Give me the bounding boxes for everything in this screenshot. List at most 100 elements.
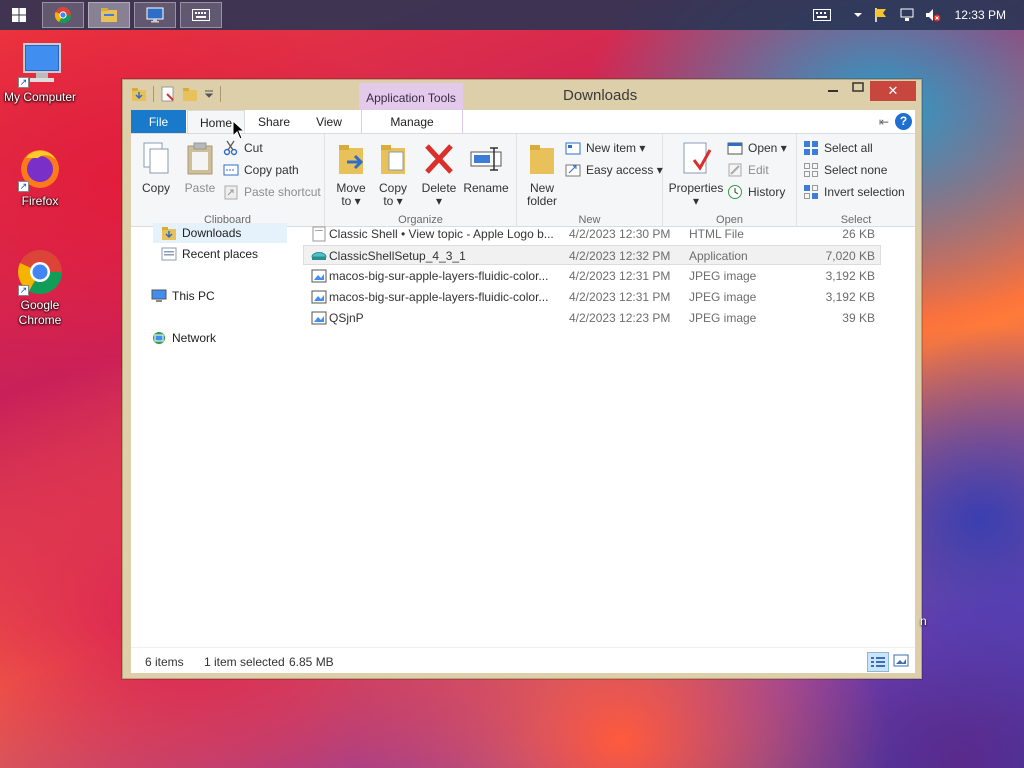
scissors-icon <box>223 140 238 156</box>
shortcut-arrow-icon: ↗ <box>18 77 29 88</box>
copy-button[interactable]: Copy <box>135 140 177 195</box>
chevron-down-icon[interactable] <box>204 89 214 99</box>
paste-icon <box>187 142 213 175</box>
file-row[interactable]: ClassicShellSetup_4_3_1 4/2/2023 12:32 P… <box>303 245 881 265</box>
tab-share[interactable]: Share <box>249 110 299 134</box>
ribbon: Copy Paste Cut Copy path Paste shortcut … <box>131 133 915 228</box>
nav-item-this-pc[interactable]: This PC <box>151 286 215 306</box>
maximize-button[interactable] <box>845 81 871 101</box>
taskbar-remote-desktop-button[interactable] <box>134 2 176 28</box>
network-icon[interactable] <box>899 7 915 23</box>
file-row[interactable]: Classic Shell • View topic - Apple Logo … <box>303 224 881 244</box>
easy-access-button[interactable]: Easy access ▾ <box>565 161 663 179</box>
chevron-up-icon[interactable] <box>853 11 863 19</box>
file-name: macos-big-sur-apple-layers-fluidic-color… <box>329 290 549 304</box>
desktop-icon-google-chrome[interactable]: ↗ Google Chrome <box>0 248 80 328</box>
taskbar-keyboard-button[interactable] <box>180 2 222 28</box>
paste-shortcut-icon <box>224 185 238 200</box>
minimize-button[interactable] <box>820 81 846 101</box>
tab-manage[interactable]: Manage <box>361 110 463 134</box>
file-date: 4/2/2023 12:23 PM <box>569 311 671 325</box>
paste-button[interactable]: Paste <box>179 140 221 195</box>
network-icon <box>153 332 165 344</box>
context-tab-application-tools: Application Tools <box>359 83 463 111</box>
file-size: 3,192 KB <box>825 290 875 304</box>
nav-item-recent-places[interactable]: Recent places <box>161 244 258 264</box>
nav-label-this-pc: This PC <box>172 289 215 303</box>
move-to-label-2: to <box>341 194 352 208</box>
select-none-button[interactable]: Select none <box>803 161 887 179</box>
new-folder-button[interactable]: New folder <box>521 140 563 208</box>
folder-icon[interactable] <box>131 86 147 102</box>
edit-button[interactable]: Edit <box>727 161 769 179</box>
taskbar-chrome-button[interactable] <box>42 2 84 28</box>
taskbar-clock[interactable]: 12:33 PM <box>955 8 1006 22</box>
new-folder-icon[interactable] <box>182 86 198 102</box>
copy-icon <box>143 142 169 174</box>
windows-logo-icon <box>12 8 26 22</box>
copy-to-label-2: to <box>383 194 394 208</box>
nav-item-downloads[interactable]: Downloads <box>153 223 287 243</box>
content-area: Downloads Recent places This PC Network <box>131 223 915 647</box>
rename-icon <box>470 147 502 171</box>
new-item-button[interactable]: New item ▾ <box>565 139 645 157</box>
action-center-flag-icon[interactable] <box>873 7 889 23</box>
file-row[interactable]: QSjnP 4/2/2023 12:23 PM JPEG image 39 KB <box>303 308 881 328</box>
new-item-label: New item <box>586 141 637 155</box>
properties-button[interactable]: Properties ▾ <box>667 140 725 208</box>
close-button[interactable]: ✕ <box>870 81 916 101</box>
file-type: JPEG image <box>689 269 757 283</box>
large-icons-view-button[interactable] <box>891 652 913 672</box>
file-name: QSjnP <box>329 311 364 325</box>
invert-selection-button[interactable]: Invert selection <box>803 183 905 201</box>
ribbon-group-organize: Move to ▾ Copy to ▾ Delete ▾ Rename Orga… <box>325 134 517 228</box>
tab-view[interactable]: View <box>305 110 353 134</box>
paste-shortcut-button[interactable]: Paste shortcut <box>223 183 321 201</box>
tab-file[interactable]: File <box>131 110 186 134</box>
easy-access-label: Easy access <box>586 163 654 177</box>
ribbon-group-select: Select all Select none Invert selection … <box>797 134 915 228</box>
taskbar-file-explorer-button[interactable] <box>88 2 130 28</box>
rename-button[interactable]: Rename <box>463 140 509 195</box>
copy-to-button[interactable]: Copy to ▾ <box>373 140 413 208</box>
new-folder-label-2: folder <box>526 194 558 208</box>
explorer-window: Application Tools Downloads ✕ File Home … <box>122 79 922 679</box>
history-button[interactable]: History <box>727 183 785 201</box>
file-size: 7,020 KB <box>825 249 875 263</box>
start-button[interactable] <box>0 0 38 30</box>
delete-button[interactable]: Delete ▾ <box>417 140 461 208</box>
shortcut-arrow-icon: ↗ <box>18 285 29 296</box>
nav-item-network[interactable]: Network <box>151 328 216 348</box>
select-all-icon <box>804 141 818 155</box>
pin-ribbon-icon[interactable]: ⇤ <box>879 115 889 129</box>
file-row[interactable]: macos-big-sur-apple-layers-fluidic-color… <box>303 287 881 307</box>
move-to-button[interactable]: Move to ▾ <box>331 140 371 208</box>
nav-label-recent-places: Recent places <box>182 247 259 261</box>
desktop-icon-my-computer[interactable]: ↗ My Computer <box>0 40 80 105</box>
copy-path-icon <box>223 164 239 176</box>
file-row[interactable]: macos-big-sur-apple-layers-fluidic-color… <box>303 266 881 286</box>
cut-button[interactable]: Cut <box>223 139 263 157</box>
nav-label-network: Network <box>172 331 217 345</box>
open-button[interactable]: Open ▾ <box>727 139 787 157</box>
status-item-count: 6 items <box>145 655 184 669</box>
select-all-button[interactable]: Select all <box>803 139 873 157</box>
file-type: JPEG image <box>689 311 757 325</box>
details-view-button[interactable] <box>867 652 889 672</box>
help-icon[interactable]: ? <box>895 113 912 130</box>
easy-access-icon <box>565 164 581 177</box>
desktop-icon-label: Google Chrome <box>18 298 62 327</box>
recent-places-icon <box>161 247 177 261</box>
desktop-icon-firefox[interactable]: ↗ Firefox <box>0 144 80 209</box>
status-bar: 6 items 1 item selected 6.85 MB <box>131 647 915 673</box>
chrome-icon <box>54 7 72 24</box>
copy-path-button[interactable]: Copy path <box>223 161 299 179</box>
file-type: JPEG image <box>689 290 757 304</box>
keyboard-icon[interactable] <box>812 9 831 21</box>
properties-icon[interactable] <box>160 86 176 102</box>
toolbar-separator <box>220 86 221 102</box>
maximize-icon <box>852 82 864 92</box>
title-bar[interactable]: Application Tools Downloads ✕ <box>123 80 921 111</box>
navigation-pane: Downloads Recent places This PC Network <box>131 223 291 647</box>
volume-muted-icon[interactable] <box>925 7 941 23</box>
